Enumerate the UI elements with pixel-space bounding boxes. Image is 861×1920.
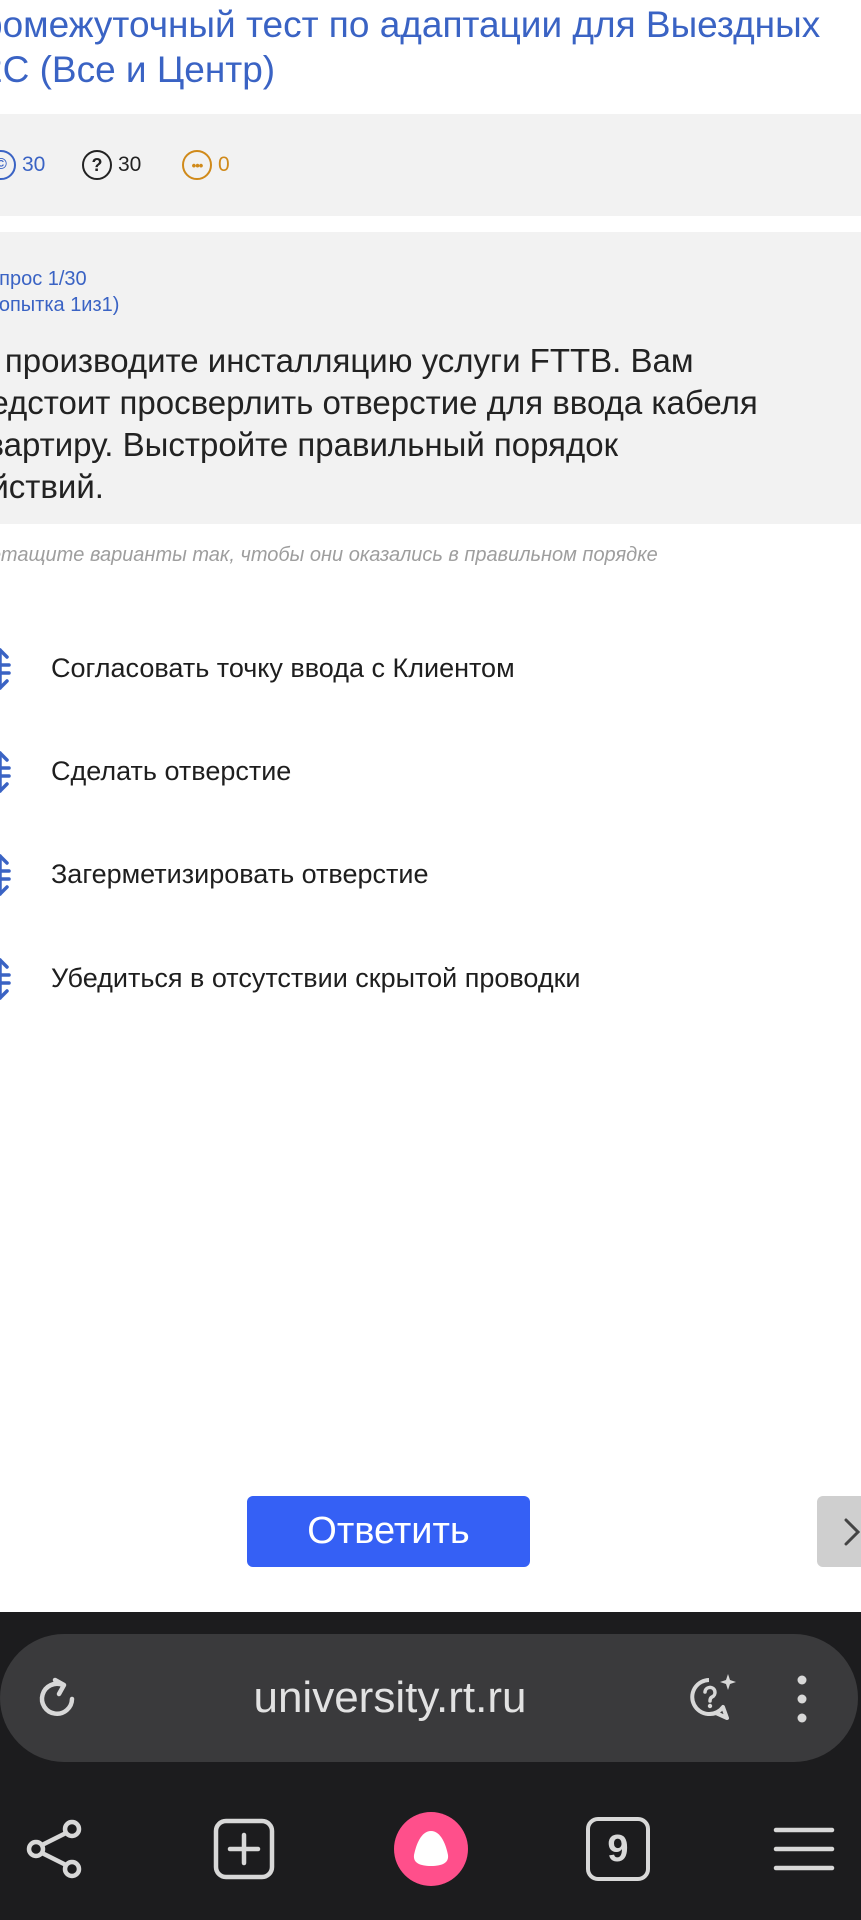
address-bar[interactable]: university.rt.ru <box>0 1634 858 1762</box>
browser-chrome: university.rt.ru 9 <box>0 1612 861 1920</box>
stats-bar: © 30 ? 30 ••• 0 <box>0 114 861 216</box>
assistant-chat-icon[interactable] <box>682 1668 742 1728</box>
question-number: опрос 1/30 <box>0 268 87 290</box>
stat-questions: ? 30 <box>82 148 141 182</box>
answer-item[interactable]: Загерметизировать отверстие <box>0 838 861 910</box>
answer-text: Сделать отверстие <box>51 755 292 786</box>
drag-handle-icon[interactable] <box>0 646 18 692</box>
stat-unanswered: ••• 0 <box>182 148 230 182</box>
answer-item[interactable]: Согласовать точку ввода с Клиентом <box>0 632 861 704</box>
next-question-button[interactable] <box>817 1496 861 1567</box>
drag-handle-icon[interactable] <box>0 956 18 1002</box>
answer-text: Согласовать точку ввода с Клиентом <box>51 652 515 683</box>
new-tab-icon[interactable] <box>212 1817 276 1881</box>
question-box: опрос 1/30 попытка 1из1) ы производите и… <box>0 232 861 524</box>
test-page: ромежуточный тест по адаптации для Выезд… <box>0 0 861 1612</box>
stat-correct-value: 30 <box>22 153 46 176</box>
stat-unanswered-value: 0 <box>218 153 230 176</box>
alice-assistant-icon[interactable] <box>393 1811 469 1887</box>
tabs-counter-icon[interactable]: 9 <box>586 1817 650 1881</box>
stat-correct: © 30 <box>0 148 45 182</box>
browser-nav-bar: 9 <box>0 1780 861 1920</box>
drag-hint: етащите варианты так, чтобы они оказалис… <box>0 544 658 566</box>
menu-icon[interactable] <box>772 1824 836 1874</box>
stat-questions-value: 30 <box>118 153 142 176</box>
ellipsis-icon: ••• <box>182 150 212 180</box>
url-text[interactable]: university.rt.ru <box>0 1634 780 1762</box>
chevron-right-icon <box>844 1518 861 1545</box>
share-icon[interactable] <box>24 1818 86 1880</box>
answer-text: Загерметизировать отверстие <box>51 858 429 889</box>
submit-button[interactable]: Ответить <box>247 1496 530 1567</box>
answer-item[interactable]: Сделать отверстие <box>0 735 861 807</box>
drag-handle-icon[interactable] <box>0 749 18 795</box>
answer-text: Убедиться в отсутствии скрытой проводки <box>51 962 581 993</box>
answer-item[interactable]: Убедиться в отсутствии скрытой проводки <box>0 942 861 1014</box>
more-vertical-icon[interactable] <box>790 1672 814 1726</box>
question-text: ы производите инсталляцию услуги FTTB. В… <box>0 342 758 505</box>
tab-count: 9 <box>607 1827 629 1870</box>
question-attempt: попытка 1из1) <box>0 294 120 316</box>
drag-handle-icon[interactable] <box>0 852 18 898</box>
correct-icon: © <box>0 150 16 180</box>
question-icon: ? <box>82 150 112 180</box>
test-title: ромежуточный тест по адаптации для Выезд… <box>0 4 821 90</box>
